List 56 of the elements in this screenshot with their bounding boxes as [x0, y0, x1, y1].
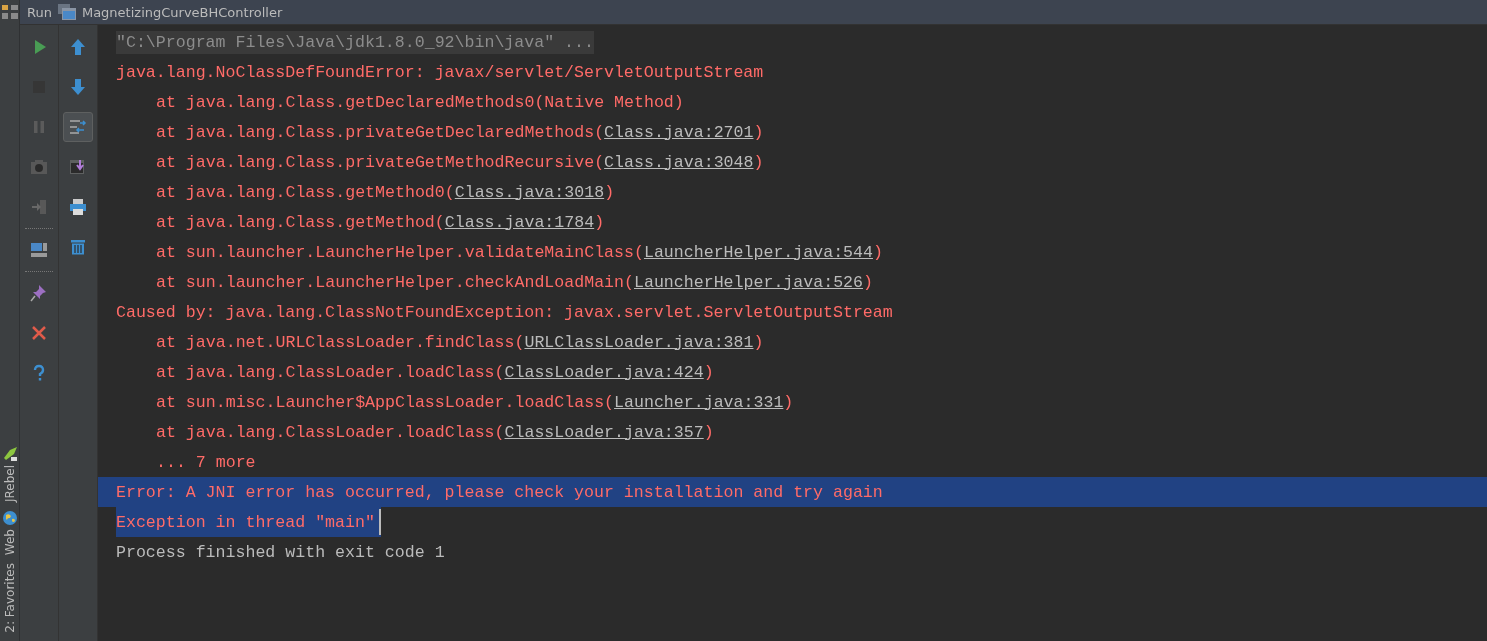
- side-tab[interactable]: 2: Favorites: [2, 563, 17, 633]
- up-arrow-icon: [68, 37, 88, 57]
- layout-icon: [29, 240, 49, 260]
- console-line: at sun.launcher.LauncherHelper.validateMainClass(: [156, 242, 644, 262]
- console-line: java.lang.NoClassDefFoundError: javax/servlet/ServletOutputStream: [116, 62, 764, 82]
- console-line: Process finished with exit code 1: [116, 542, 445, 562]
- console-line: Error: A JNI error has occurred, please check your installation and try again: [116, 482, 883, 502]
- console-line: Caused by: java.lang.ClassNotFoundException: javax.servlet.ServletOutputStream: [116, 302, 893, 322]
- console-line: at java.lang.Class.privateGetDeclaredMethods(: [156, 122, 605, 142]
- console-line: ... 7 more: [156, 452, 256, 472]
- down-arrow-icon: [68, 77, 88, 97]
- side-tab[interactable]: JRebel: [2, 465, 17, 503]
- window-icon: [57, 4, 76, 20]
- console-line: at java.lang.ClassLoader.loadClass(: [156, 422, 505, 442]
- source-link[interactable]: Class.java:1784: [444, 212, 595, 232]
- soft-wrap-icon: [68, 117, 88, 137]
- console-line: ): [783, 392, 794, 412]
- console-line: at sun.misc.Launcher$AppClassLoader.loadClass(: [156, 392, 615, 412]
- console-line: at sun.launcher.LauncherHelper.checkAndLoadMain(: [156, 272, 634, 292]
- console-line: at java.net.URLClassLoader.findClass(: [156, 332, 525, 352]
- console-line: at java.lang.Class.getMethod0(: [156, 182, 455, 202]
- rocket-icon: [1, 446, 18, 463]
- console-line: at java.lang.Class.getMethod(: [156, 212, 445, 232]
- source-link[interactable]: URLClassLoader.java:381: [524, 332, 754, 352]
- source-link[interactable]: Launcher.java:331: [614, 392, 784, 412]
- tool-window-title: Run: [27, 4, 52, 20]
- tool-windows-icon[interactable]: [1, 5, 18, 19]
- console-line: ): [703, 362, 714, 382]
- console-line: ): [703, 422, 714, 442]
- console-line: ): [753, 152, 764, 172]
- print-icon: [68, 197, 88, 217]
- console-line: ): [872, 242, 883, 262]
- source-link[interactable]: ClassLoader.java:357: [504, 422, 704, 442]
- console-line: ): [863, 272, 873, 292]
- console-line: at java.lang.Class.privateGetMethodRecursive(: [156, 152, 605, 172]
- source-link[interactable]: LauncherHelper.java:544: [643, 242, 873, 262]
- console-line: ): [594, 212, 605, 232]
- console-line: ): [604, 182, 615, 202]
- source-link[interactable]: Class.java:3018: [454, 182, 605, 202]
- source-link[interactable]: ClassLoader.java:424: [504, 362, 704, 382]
- console-line: ): [753, 122, 764, 142]
- source-link[interactable]: Class.java:3048: [604, 152, 754, 172]
- trash-icon: [68, 237, 88, 257]
- source-link[interactable]: LauncherHelper.java:526: [634, 272, 863, 292]
- console-line: Exception in thread "main": [116, 512, 375, 532]
- console-line: at java.lang.ClassLoader.loadClass(: [156, 362, 505, 382]
- exit-arrow-icon: [29, 197, 49, 217]
- soft-wrap-button[interactable]: [63, 112, 93, 142]
- globe-icon: [1, 510, 18, 527]
- camera-icon: [29, 157, 49, 177]
- run-configuration-tab[interactable]: MagnetizingCurveBHController: [81, 4, 283, 20]
- pin-icon: [29, 283, 49, 303]
- console-line: at java.lang.Class.getDeclaredMethods0(Native Method): [156, 92, 684, 112]
- console-line: ): [753, 332, 764, 352]
- side-tab[interactable]: Web: [2, 529, 17, 556]
- source-link[interactable]: Class.java:2701: [604, 122, 754, 142]
